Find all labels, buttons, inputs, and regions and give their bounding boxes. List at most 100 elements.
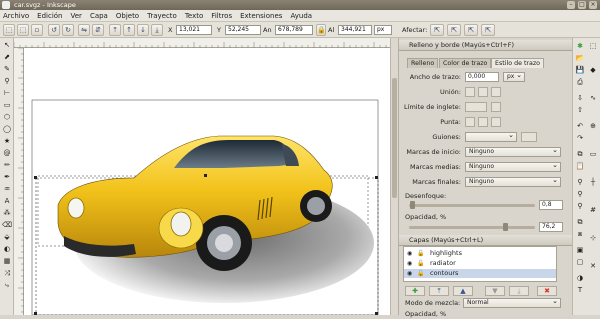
lower-layer-bottom-icon[interactable]: ⤓ <box>509 286 529 296</box>
dashes-select[interactable] <box>465 131 517 142</box>
select-all-layers-icon[interactable]: ⬚ <box>17 24 29 36</box>
menu-capa[interactable]: Capa <box>90 12 108 20</box>
lock-icon[interactable]: 🔓 <box>417 259 424 268</box>
opacity-slider[interactable] <box>409 226 535 229</box>
transform-patterns-icon[interactable]: ⇱ <box>481 24 495 36</box>
clone-icon[interactable]: ⧈ <box>575 230 585 239</box>
flip-vertical-icon[interactable]: ⇵ <box>92 24 104 36</box>
menu-edicion[interactable]: Edición <box>37 12 62 20</box>
box3d-tool-icon[interactable]: ⬡ <box>2 113 12 122</box>
scale-corners-icon[interactable]: ⇱ <box>447 24 461 36</box>
blur-slider[interactable] <box>409 204 535 207</box>
delete-layer-icon[interactable]: ✖ <box>537 286 557 296</box>
eye-icon[interactable]: ◉ <box>407 259 412 268</box>
menu-objeto[interactable]: Objeto <box>116 12 139 20</box>
save-document-icon[interactable]: 💾 <box>575 66 585 75</box>
mid-markers-select[interactable]: Ninguno <box>465 161 561 172</box>
measure-tool-icon[interactable]: ⊢ <box>2 89 12 98</box>
import-icon[interactable]: ⇩ <box>575 94 585 103</box>
rectangle-tool-icon[interactable]: ▭ <box>2 101 12 110</box>
flip-horizontal-icon[interactable]: ⇋ <box>78 24 90 36</box>
snap-center-icon[interactable]: ⊕ <box>588 122 598 131</box>
pen-tool-icon[interactable]: ✒ <box>2 173 12 182</box>
lower-layer-icon[interactable]: ▼ <box>485 286 505 296</box>
node-tool-icon[interactable]: ⬈ <box>2 53 12 62</box>
undo-icon[interactable]: ↶ <box>575 122 585 131</box>
end-markers-select[interactable]: Ninguno <box>465 176 561 187</box>
blur-value-field[interactable]: 0,8 <box>539 200 563 210</box>
text-dialog-icon[interactable]: T <box>575 286 585 295</box>
fill-stroke-panel-title[interactable]: Relleno y borde (Mayús+Ctrl+F) <box>399 40 573 51</box>
maximize-icon[interactable]: □ <box>578 1 586 9</box>
unit-select[interactable]: px <box>374 25 392 35</box>
eraser-tool-icon[interactable]: ⌫ <box>2 221 12 230</box>
minimize-icon[interactable]: – <box>567 1 575 9</box>
layer-row[interactable]: ◉ 🔓 highlights <box>404 249 556 258</box>
menu-archivo[interactable]: Archivo <box>3 12 29 20</box>
y-field[interactable]: 52,245 <box>225 25 261 35</box>
raise-layer-top-icon[interactable]: ⤒ <box>429 286 449 296</box>
cap-round-button[interactable] <box>478 117 488 127</box>
snap-guides-icon[interactable]: ┼ <box>588 178 598 187</box>
dropper-tool-icon[interactable]: ⤨ <box>2 269 12 278</box>
menu-extensiones[interactable]: Extensiones <box>240 12 282 20</box>
zoom-tool-icon[interactable]: ⚲ <box>2 77 12 86</box>
layer-row[interactable]: ◉ 🔓 contours <box>404 269 556 278</box>
opacity-value-field[interactable]: 76,2 <box>539 222 563 232</box>
rotate-cw-icon[interactable]: ↻ <box>62 24 74 36</box>
dash-offset-field[interactable] <box>521 132 537 142</box>
menu-ayuda[interactable]: Ayuda <box>290 12 312 20</box>
cap-butt-button[interactable] <box>465 117 475 127</box>
layers-panel-title[interactable]: Capas (Mayús+Ctrl+L) <box>399 235 573 246</box>
raise-icon[interactable]: ↑ <box>123 24 135 36</box>
transform-gradients-icon[interactable]: ⇱ <box>464 24 478 36</box>
menu-ver[interactable]: Ver <box>71 12 82 20</box>
open-document-icon[interactable]: 📂 <box>575 54 585 63</box>
zoom-drawing-icon[interactable]: ⚲ <box>575 190 585 199</box>
snap-paths-icon[interactable]: ∿ <box>588 94 598 103</box>
join-round-button[interactable] <box>478 87 488 97</box>
fill-stroke-dialog-icon[interactable]: ◑ <box>575 274 585 283</box>
cap-square-button[interactable] <box>491 117 501 127</box>
snap-nodes-icon[interactable]: ◆ <box>588 66 598 75</box>
menu-texto[interactable]: Texto <box>185 12 203 20</box>
redo-icon[interactable]: ↷ <box>575 134 585 143</box>
rotate-ccw-icon[interactable]: ↺ <box>48 24 60 36</box>
gradient-tool-icon[interactable]: ◐ <box>2 245 12 254</box>
ungroup-icon[interactable]: ▢ <box>575 258 585 267</box>
print-icon[interactable]: ⎙ <box>575 78 585 87</box>
miter-limit-spin[interactable] <box>491 102 501 112</box>
eye-icon[interactable]: ◉ <box>407 269 412 278</box>
blur-slider-knob[interactable] <box>409 201 415 209</box>
snap-toggle-icon[interactable]: ✱ <box>575 42 585 51</box>
selector-tool-icon[interactable]: ↖ <box>2 41 12 50</box>
lower-to-bottom-icon[interactable]: ⤓ <box>151 24 163 36</box>
join-bevel-button[interactable] <box>491 87 501 97</box>
tab-stroke-paint[interactable]: Color de trazo <box>439 58 492 68</box>
snap-midpoints-icon[interactable]: ⊹ <box>588 234 598 243</box>
width-field[interactable]: 678,789 <box>275 25 313 35</box>
horizontal-ruler[interactable] <box>13 38 390 48</box>
stroke-unit-select[interactable]: px <box>503 71 525 82</box>
layer-row[interactable]: ◉ 🔓 radiator <box>404 259 556 268</box>
spiral-tool-icon[interactable]: @ <box>2 149 12 158</box>
snap-page-icon[interactable]: ▭ <box>588 150 598 159</box>
group-icon[interactable]: ▣ <box>575 246 585 255</box>
vertical-ruler[interactable] <box>14 47 24 315</box>
x-field[interactable]: 13,021 <box>176 25 212 35</box>
miter-limit-field[interactable] <box>465 102 487 112</box>
duplicate-icon[interactable]: ⧉ <box>575 218 585 227</box>
eye-icon[interactable]: ◉ <box>407 249 412 258</box>
vertical-scrollbar[interactable] <box>390 38 398 315</box>
opacity-slider-knob[interactable] <box>503 223 508 231</box>
scrollbar-thumb[interactable] <box>392 78 397 198</box>
bucket-tool-icon[interactable]: ⬙ <box>2 233 12 242</box>
raise-to-top-icon[interactable]: ⤒ <box>109 24 121 36</box>
close-icon[interactable]: × <box>589 1 597 9</box>
zoom-page-icon[interactable]: ⚲ <box>575 202 585 211</box>
select-all-icon[interactable]: ⬚ <box>3 24 15 36</box>
stroke-width-field[interactable]: 0,000 <box>465 72 499 82</box>
snap-intersection-icon[interactable]: ✕ <box>588 262 598 271</box>
join-miter-button[interactable] <box>465 87 475 97</box>
copy-icon[interactable]: ⧉ <box>575 150 585 159</box>
